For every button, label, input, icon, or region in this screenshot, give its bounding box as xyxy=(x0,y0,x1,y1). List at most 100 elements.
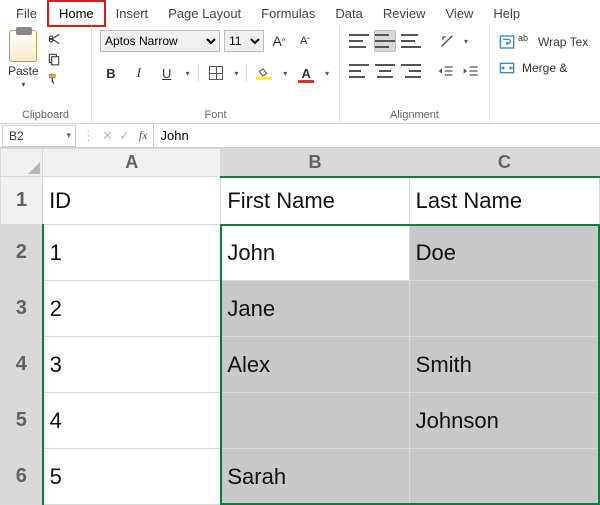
row-header-2[interactable]: 2 xyxy=(1,225,43,281)
col-header-C[interactable]: C xyxy=(409,149,599,177)
align-center-button[interactable] xyxy=(374,60,396,82)
col-header-A[interactable]: A xyxy=(43,149,221,177)
decrease-font-button[interactable]: Aˇ xyxy=(294,30,316,52)
wrap-text-button[interactable]: ab Wrap Tex xyxy=(498,34,592,50)
cell-B5[interactable] xyxy=(221,393,409,449)
chevron-down-icon[interactable]: ▾ xyxy=(281,62,289,84)
tab-help[interactable]: Help xyxy=(483,2,530,25)
merge-icon xyxy=(498,60,516,76)
cell-B4[interactable]: Alex xyxy=(221,337,409,393)
worksheet: A B C 1 ID First Name Last Name 2 1 John… xyxy=(0,148,600,505)
ribbon: Paste ▾ Clipboard Aptos Narrow 11 A^ Aˇ … xyxy=(0,26,600,124)
cell-A5[interactable]: 4 xyxy=(43,393,221,449)
borders-button[interactable] xyxy=(205,62,227,84)
chevron-down-icon[interactable]: ▾ xyxy=(184,62,192,84)
row-header-1[interactable]: 1 xyxy=(1,177,43,225)
align-middle-icon xyxy=(375,34,395,48)
increase-indent-button[interactable] xyxy=(460,60,481,82)
row-header-6[interactable]: 6 xyxy=(1,449,43,505)
cell-B2[interactable]: John xyxy=(221,225,409,281)
chevron-down-icon[interactable]: ▾ xyxy=(323,62,331,84)
chevron-down-icon[interactable]: ▾ xyxy=(462,30,470,52)
cut-button[interactable] xyxy=(45,32,63,46)
font-color-icon: A xyxy=(298,66,314,81)
merge-label: Merge & xyxy=(522,61,567,75)
tab-formulas[interactable]: Formulas xyxy=(251,2,325,25)
bold-button[interactable]: B xyxy=(100,62,122,84)
name-box[interactable]: B2 ▾ xyxy=(2,125,76,147)
cell-C6[interactable] xyxy=(409,449,599,505)
orientation-button[interactable] xyxy=(436,30,458,52)
tab-review[interactable]: Review xyxy=(373,2,436,25)
cell-A3[interactable]: 2 xyxy=(43,281,221,337)
font-name-select[interactable]: Aptos Narrow xyxy=(100,30,220,52)
align-right-icon xyxy=(401,64,421,78)
increase-font-button[interactable]: A^ xyxy=(268,30,290,52)
clipboard-icon xyxy=(9,30,37,62)
wrap-text-icon xyxy=(498,34,516,50)
cell-B3[interactable]: Jane xyxy=(221,281,409,337)
group-alignment: ▾ Alignment xyxy=(340,26,490,123)
fill-color-button[interactable] xyxy=(253,62,275,84)
col-header-B[interactable]: B xyxy=(221,149,409,177)
align-middle-button[interactable] xyxy=(374,30,396,52)
tab-view[interactable]: View xyxy=(435,2,483,25)
align-left-icon xyxy=(349,64,369,78)
cell-B6[interactable]: Sarah xyxy=(221,449,409,505)
enter-icon[interactable]: ✓ xyxy=(116,128,133,144)
align-top-button[interactable] xyxy=(348,30,370,52)
align-bottom-button[interactable] xyxy=(400,30,422,52)
decrease-indent-button[interactable] xyxy=(436,60,457,82)
formula-bar: B2 ▾ ⋮ ✕ ✓ fx xyxy=(0,124,600,148)
name-box-value: B2 xyxy=(9,129,24,143)
font-size-select[interactable]: 11 xyxy=(224,30,264,52)
grid-table: A B C 1 ID First Name Last Name 2 1 John… xyxy=(0,148,600,505)
align-bottom-icon xyxy=(401,34,421,48)
copy-button[interactable] xyxy=(45,52,63,66)
paste-label: Paste xyxy=(8,64,39,78)
cell-C3[interactable] xyxy=(409,281,599,337)
chevron-down-icon[interactable]: ▾ xyxy=(232,62,240,84)
cell-C2[interactable]: Doe xyxy=(409,225,599,281)
separator: ⋮ xyxy=(78,128,99,144)
align-right-button[interactable] xyxy=(400,60,422,82)
format-painter-button[interactable] xyxy=(45,72,63,86)
group-font: Aptos Narrow 11 A^ Aˇ B I U ▾ ▾ ▾ A ▾ Fo… xyxy=(92,26,340,123)
row-header-5[interactable]: 5 xyxy=(1,393,43,449)
tab-home[interactable]: Home xyxy=(47,0,106,27)
tab-data[interactable]: Data xyxy=(325,2,372,25)
tab-insert[interactable]: Insert xyxy=(106,2,159,25)
italic-button[interactable]: I xyxy=(128,62,150,84)
cancel-icon[interactable]: ✕ xyxy=(99,128,116,144)
group-clipboard: Paste ▾ Clipboard xyxy=(0,26,92,123)
group-label-clipboard: Clipboard xyxy=(8,107,83,121)
row-header-4[interactable]: 4 xyxy=(1,337,43,393)
cell-A6[interactable]: 5 xyxy=(43,449,221,505)
font-color-button[interactable]: A xyxy=(295,62,317,84)
bucket-icon xyxy=(256,66,272,80)
cell-B1[interactable]: First Name xyxy=(221,177,409,225)
cell-A2[interactable]: 1 xyxy=(43,225,221,281)
paste-button[interactable]: Paste ▾ xyxy=(8,30,39,89)
chevron-down-icon[interactable]: ▾ xyxy=(66,130,75,141)
wrap-ab-label: ab xyxy=(518,33,528,43)
fx-button[interactable]: fx xyxy=(133,128,154,143)
group-wrap-merge: ab Wrap Tex Merge & xyxy=(490,26,600,123)
row-header-3[interactable]: 3 xyxy=(1,281,43,337)
tab-page-layout[interactable]: Page Layout xyxy=(158,2,251,25)
align-center-icon xyxy=(375,64,395,78)
group-label-font: Font xyxy=(100,107,331,121)
tab-file[interactable]: File xyxy=(6,2,47,25)
wrap-text-label: Wrap Tex xyxy=(538,35,588,49)
cell-C5[interactable]: Johnson xyxy=(409,393,599,449)
formula-input[interactable] xyxy=(153,124,600,147)
cell-C1[interactable]: Last Name xyxy=(409,177,599,225)
cell-A4[interactable]: 3 xyxy=(43,337,221,393)
underline-button[interactable]: U xyxy=(156,62,178,84)
align-left-button[interactable] xyxy=(348,60,370,82)
select-all-corner[interactable] xyxy=(1,149,43,177)
cell-A1[interactable]: ID xyxy=(43,177,221,225)
chevron-down-icon[interactable]: ▾ xyxy=(21,80,25,89)
cell-C4[interactable]: Smith xyxy=(409,337,599,393)
merge-center-button[interactable]: Merge & xyxy=(498,60,592,76)
